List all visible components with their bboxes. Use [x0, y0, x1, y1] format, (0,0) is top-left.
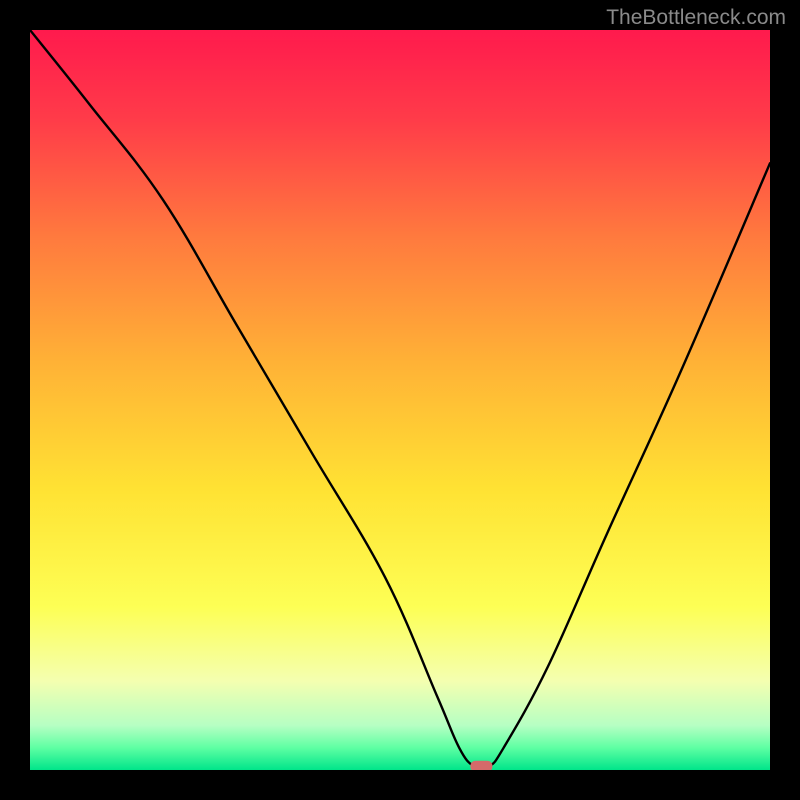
credit-label: TheBottleneck.com: [606, 6, 786, 30]
chart-svg: [30, 30, 770, 770]
chart-frame: TheBottleneck.com: [0, 0, 800, 800]
optimal-point-marker: [470, 761, 492, 770]
chart-background: [30, 30, 770, 770]
plot-area: [30, 30, 770, 770]
